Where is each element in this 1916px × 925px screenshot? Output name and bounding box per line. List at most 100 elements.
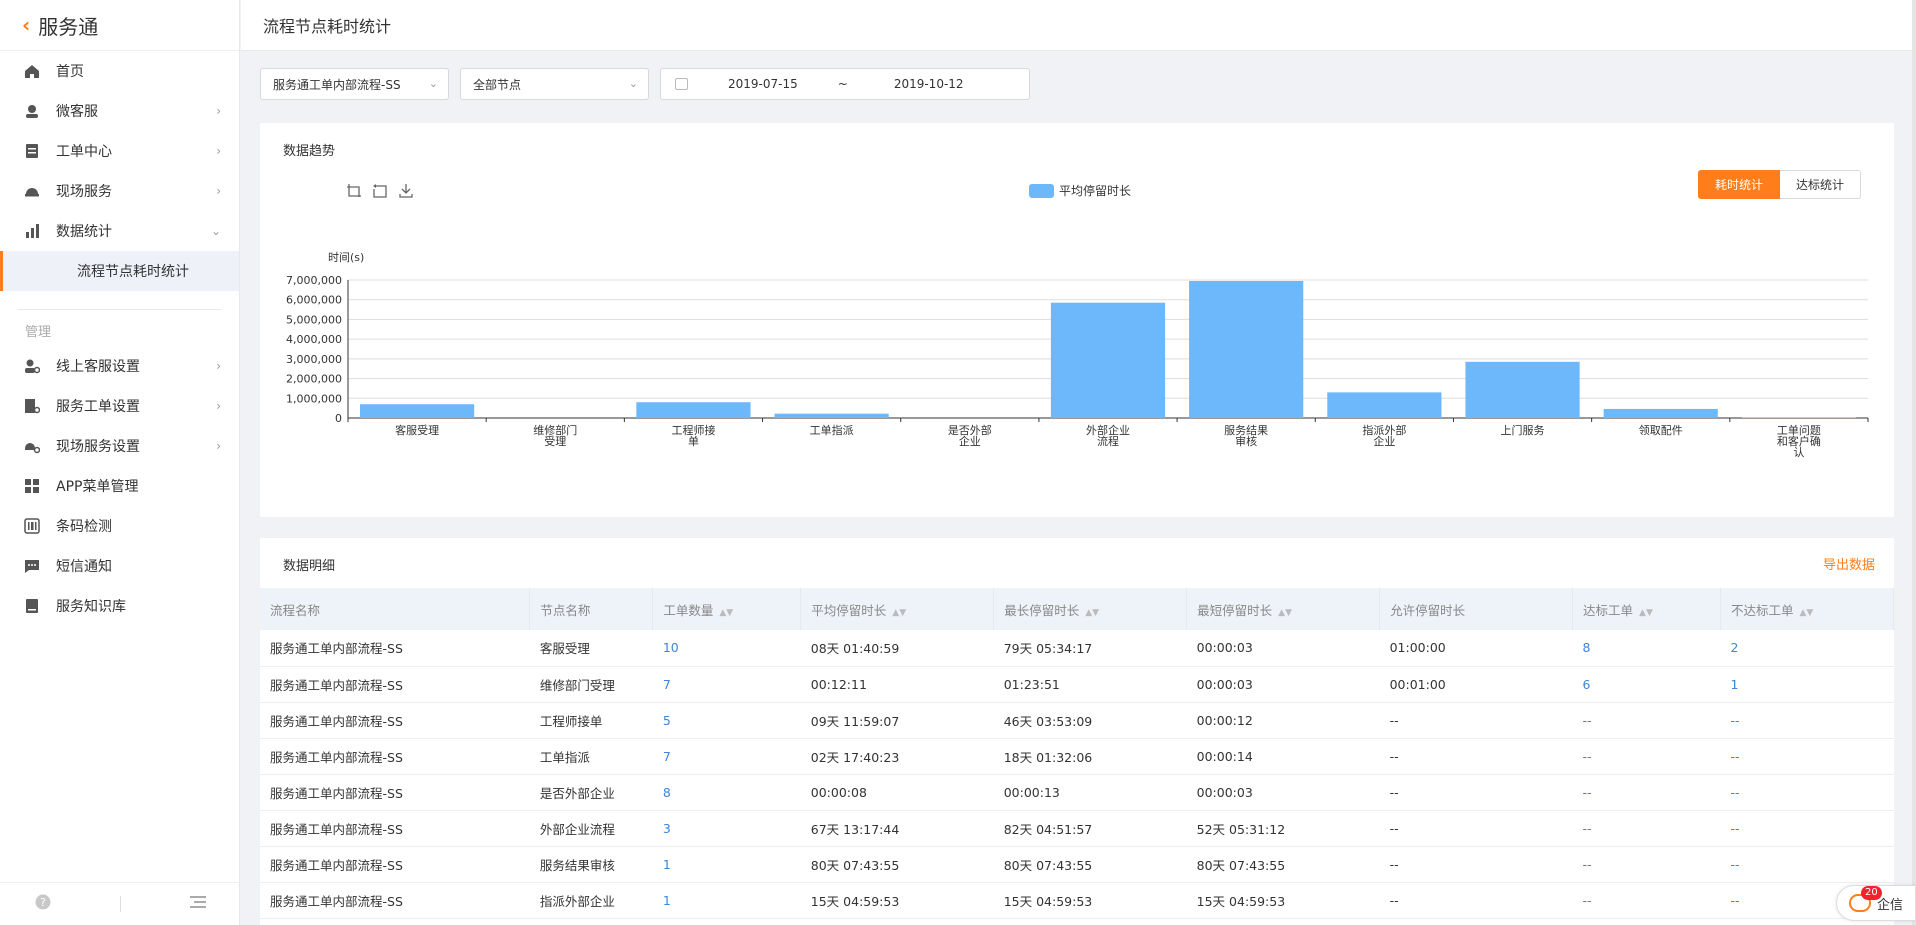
bar bbox=[1189, 280, 1304, 418]
bar-chart: 时间(s) 0 1,000,000 2,000,000 3,000,000 4,000,0… bbox=[286, 251, 1869, 459]
date-start[interactable]: 2019-07-15 bbox=[728, 77, 798, 91]
table-row: 服务通工单内部流程-SS 外部企业流程 3 67天 13:17:44 82天 04:51… bbox=[260, 810, 1894, 847]
sidebar-item[interactable]: 数据统计 ⌄ bbox=[0, 211, 239, 251]
table-cell[interactable]: -- bbox=[1572, 738, 1721, 775]
table-cell[interactable]: 8 bbox=[652, 774, 801, 811]
bar bbox=[1603, 408, 1718, 418]
chevron-down-icon: ⌄ bbox=[628, 77, 638, 90]
table-cell: 80天 07:43:55 bbox=[800, 846, 994, 883]
table-cell: 服务通工单内部流程-SS bbox=[260, 882, 530, 919]
back-arrow-icon[interactable]: ‹ bbox=[22, 13, 30, 37]
table-cell: 00:00:03 bbox=[1186, 774, 1380, 811]
table-cell: 客服受理 bbox=[529, 630, 653, 667]
table-cell[interactable]: -- bbox=[1720, 702, 1894, 739]
chevron-icon: › bbox=[216, 399, 221, 413]
process-select[interactable]: 服务通工单内部流程-SS ⌄ bbox=[260, 68, 449, 100]
date-range-picker[interactable]: 2019-07-15 ~ 2019-10-12 bbox=[660, 68, 1030, 100]
sidebar-item[interactable]: 现场服务 › bbox=[0, 171, 239, 211]
table-cell[interactable]: 2 bbox=[1720, 630, 1894, 667]
sidebar-item-label: 数据统计 bbox=[56, 224, 112, 240]
table-cell[interactable]: -- bbox=[1572, 882, 1721, 919]
x-tick-label: 企业 bbox=[1373, 434, 1395, 448]
table-cell: 服务通工单内部流程-SS bbox=[260, 666, 530, 703]
sort-icon[interactable]: ▲▼ bbox=[1085, 608, 1099, 618]
table-cell: 服务通工单内部流程-SS bbox=[260, 738, 530, 775]
page-header: 流程节点耗时统计 bbox=[241, 0, 1916, 51]
sort-icon[interactable]: ▲▼ bbox=[1639, 608, 1653, 618]
sidebar-item[interactable]: 短信通知 bbox=[0, 546, 239, 586]
table-cell: 服务通工单内部流程-SS bbox=[260, 630, 530, 667]
sidebar-item[interactable]: 首页 bbox=[0, 51, 239, 91]
sidebar-item[interactable]: 微客服 › bbox=[0, 91, 239, 131]
sidebar-item[interactable]: APP菜单管理 bbox=[0, 466, 239, 506]
table-cell[interactable]: 3 bbox=[652, 810, 801, 847]
sidebar-item[interactable]: 线上客服设置 › bbox=[0, 346, 239, 386]
column-header[interactable]: 不达标工单 ▲▼ bbox=[1720, 588, 1895, 630]
sidebar-divider bbox=[18, 309, 221, 310]
bar-chart-icon bbox=[24, 223, 40, 239]
column-header[interactable]: 最短停留时长 ▲▼ bbox=[1186, 588, 1381, 630]
table-row: 服务通工单内部流程-SS 工单指派 7 02天 17:40:23 18天 01:32:0… bbox=[260, 738, 1894, 775]
sidebar-item[interactable]: 条码检测 bbox=[0, 506, 239, 546]
table-cell: 外部企业流程 bbox=[529, 810, 653, 847]
table-cell[interactable]: -- bbox=[1572, 846, 1721, 883]
y-tick-label: 5,000,000 bbox=[286, 313, 342, 326]
table-cell: 52天 05:31:12 bbox=[1186, 810, 1380, 847]
table-cell: 67天 13:17:44 bbox=[800, 810, 994, 847]
table-cell[interactable]: -- bbox=[1720, 774, 1894, 811]
sidebar-item-node-time-stats[interactable]: 流程节点耗时统计 bbox=[0, 251, 239, 291]
table-cell[interactable]: 1 bbox=[652, 846, 801, 883]
x-tick-label: 企业 bbox=[959, 434, 981, 448]
column-header[interactable]: 工单数量 ▲▼ bbox=[652, 588, 802, 630]
sort-icon[interactable]: ▲▼ bbox=[1799, 608, 1813, 618]
table-cell[interactable]: 7 bbox=[652, 666, 801, 703]
table-cell: 服务结果审核 bbox=[529, 846, 653, 883]
help-icon[interactable]: ? bbox=[35, 894, 51, 914]
column-header[interactable]: 最长停留时长 ▲▼ bbox=[993, 588, 1188, 630]
home-icon bbox=[24, 63, 40, 79]
unread-badge: 20 bbox=[1861, 886, 1882, 900]
sort-icon[interactable]: ▲▼ bbox=[892, 608, 906, 618]
table-cell[interactable]: 6 bbox=[1572, 666, 1721, 703]
sort-icon[interactable]: ▲▼ bbox=[719, 608, 733, 618]
sidebar-item[interactable]: 工单中心 › bbox=[0, 131, 239, 171]
table-cell[interactable]: -- bbox=[1720, 810, 1894, 847]
table-cell: 维修部门受理 bbox=[529, 666, 653, 703]
sidebar-item[interactable]: 服务工单设置 › bbox=[0, 386, 239, 426]
column-header[interactable]: 达标工单 ▲▼ bbox=[1572, 588, 1721, 630]
node-select[interactable]: 全部节点 ⌄ bbox=[460, 68, 649, 100]
column-header[interactable]: 平均停留时长 ▲▼ bbox=[800, 588, 995, 630]
table-cell: 00:00:12 bbox=[1186, 702, 1380, 739]
sort-icon[interactable]: ▲▼ bbox=[1278, 608, 1292, 618]
table-cell[interactable]: 5 bbox=[652, 702, 801, 739]
export-data-link[interactable]: 导出数据 bbox=[1823, 554, 1875, 573]
column-header-label: 工单数量 bbox=[663, 602, 714, 618]
table-cell: 46天 03:53:09 bbox=[993, 702, 1187, 739]
table-cell[interactable]: 1 bbox=[1720, 666, 1894, 703]
svg-text:?: ? bbox=[40, 896, 46, 909]
table-cell: 18天 01:32:06 bbox=[993, 738, 1187, 775]
table-cell: -- bbox=[1379, 702, 1573, 739]
collapse-menu-icon[interactable] bbox=[189, 895, 206, 913]
table-row: 服务通工单内部流程-SS 维修部门受理 7 00:12:11 01:23:51 00:00… bbox=[260, 666, 1894, 703]
table-cell[interactable]: 10 bbox=[652, 630, 801, 667]
calendar-icon bbox=[675, 78, 688, 90]
bar bbox=[774, 413, 889, 418]
barcode-icon bbox=[24, 518, 40, 534]
table-cell[interactable]: 8 bbox=[1572, 630, 1721, 667]
table-cell[interactable]: -- bbox=[1572, 702, 1721, 739]
sidebar-item[interactable]: 服务知识库 bbox=[0, 586, 239, 626]
table-cell[interactable]: -- bbox=[1572, 810, 1721, 847]
date-end[interactable]: 2019-10-12 bbox=[894, 77, 964, 91]
chevron-icon: › bbox=[216, 104, 221, 118]
table-cell[interactable]: -- bbox=[1720, 738, 1894, 775]
table-cell: 00:12:11 bbox=[800, 666, 994, 703]
sidebar-item[interactable]: 现场服务设置 › bbox=[0, 426, 239, 466]
table-cell[interactable]: -- bbox=[1572, 774, 1721, 811]
scrollbar[interactable] bbox=[1912, 0, 1916, 925]
qixin-chat-button[interactable]: 20 企信 bbox=[1836, 885, 1916, 921]
table-cell[interactable]: -- bbox=[1720, 846, 1894, 883]
table-cell[interactable]: 7 bbox=[652, 738, 801, 775]
table-cell[interactable]: 1 bbox=[652, 882, 801, 919]
table-cell: 15天 04:59:53 bbox=[1186, 882, 1380, 919]
